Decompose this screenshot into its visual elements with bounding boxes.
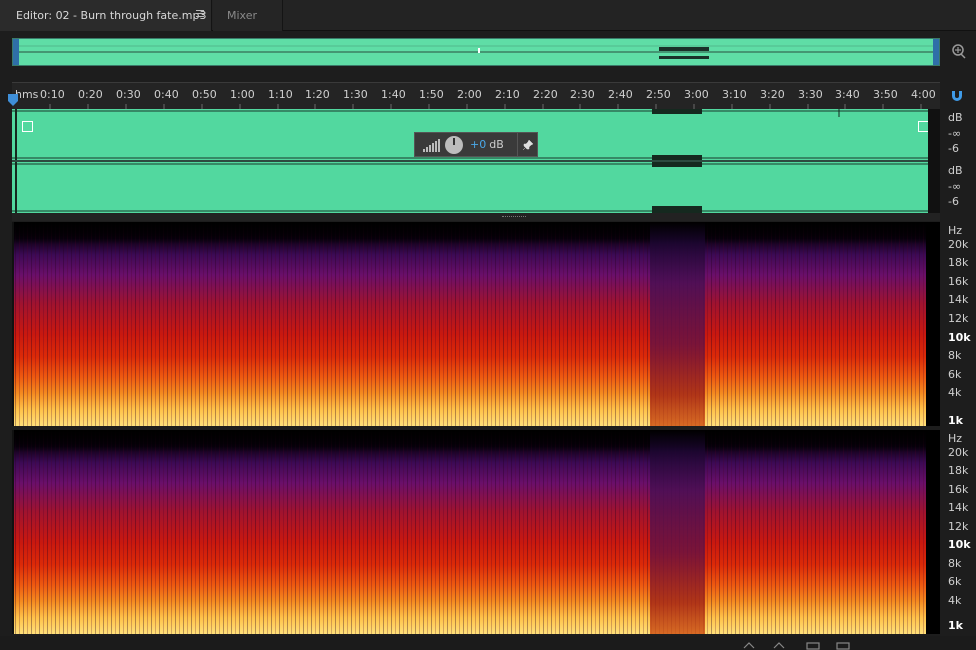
tab-editor-label: Editor: 02 - Burn through fate.mp3 [16,9,207,22]
zoom-time-icon[interactable] [806,640,820,650]
hz-label: 4k [948,594,962,607]
panel-tab-bar: Editor: 02 - Burn through fate.mp3 Mixer [0,0,976,31]
db-scale-label: dB [948,164,963,177]
db-scale-label: -6 [948,195,959,208]
hz-label: 12k [948,520,969,533]
hz-label: 4k [948,386,962,399]
waveform-display[interactable] [12,109,940,213]
hz-label: 14k [948,293,969,306]
waveform-end-region [928,109,940,213]
fade-in-handle[interactable] [22,121,33,132]
hz-label: 20k [948,446,969,459]
hud-value[interactable]: +0 [470,138,486,151]
hz-label: 8k [948,349,962,362]
hz-label: 12k [948,312,969,325]
tab-mixer-label: Mixer [227,9,258,22]
hz-label: 16k [948,275,969,288]
waveform-channel-right[interactable] [12,162,940,213]
hz-label: Hz [948,224,963,237]
pin-icon[interactable] [517,133,537,156]
hz-label: 1k [948,414,963,427]
hz-label: 18k [948,464,969,477]
overview-navigator[interactable] [12,38,940,66]
zoom-icon[interactable] [949,42,967,60]
hz-label: Hz [948,432,963,445]
spectrogram-quiet-section [650,222,705,426]
db-scale-label: dB [948,111,963,124]
ruler-ticks [49,104,922,110]
spectrogram-channel-right[interactable] [12,430,940,634]
tab-mixer[interactable]: Mixer [213,0,283,31]
timeline-ruler[interactable]: hms 0:10 0:20 0:30 0:40 0:50 1:00 1:10 1… [12,82,940,110]
panel-splitter[interactable] [12,213,940,221]
zoom-full-icon[interactable] [836,640,850,650]
hz-label: 16k [948,483,969,496]
hz-label: 1k [948,619,963,632]
db-scale: dB -∞ -6 dB -∞ -6 [940,109,976,213]
hz-label: 8k [948,557,962,570]
spectrogram-end-region [926,222,940,426]
playhead-marker-icon[interactable] [8,94,18,106]
spectrogram-end-region [926,430,940,634]
volume-knob[interactable] [445,135,463,154]
level-bars-icon [423,138,443,152]
tab-editor[interactable]: Editor: 02 - Burn through fate.mp3 [0,0,212,31]
hz-label: 6k [948,575,962,588]
hz-label: 20k [948,238,969,251]
amplitude-hud[interactable]: +0 dB [414,132,538,157]
db-scale-label: -∞ [948,180,962,193]
hz-label: 10k [948,331,971,344]
audio-editor-window: Editor: 02 - Burn through fate.mp3 Mixer… [0,0,976,650]
bottom-toolbar [0,636,976,650]
frequency-scale-left: Hz 20k 18k 16k 14k 12k 10k 8k 6k 4k 1k [940,222,976,427]
spectrogram-channel-left[interactable] [12,222,940,426]
zoom-in-amplitude-icon[interactable] [772,640,786,650]
zoom-out-amplitude-icon[interactable] [742,640,756,650]
hz-label: 10k [948,538,971,551]
db-scale-label: -∞ [948,127,962,140]
hz-label: 14k [948,501,969,514]
overview-right-handle[interactable] [933,39,939,65]
waveform-right-trace [12,162,928,213]
hz-label: 18k [948,256,969,269]
db-scale-label: -6 [948,142,959,155]
overview-waveform [19,45,935,59]
frequency-scale-right: Hz 20k 18k 16k 14k 12k 10k 8k 6k 4k 1k [940,430,976,634]
spectrogram-quiet-section [650,430,705,634]
magnet-snap-icon[interactable] [950,88,964,102]
hamburger-menu-icon[interactable] [196,10,204,19]
hz-label: 6k [948,368,962,381]
hud-unit: dB [489,138,504,151]
